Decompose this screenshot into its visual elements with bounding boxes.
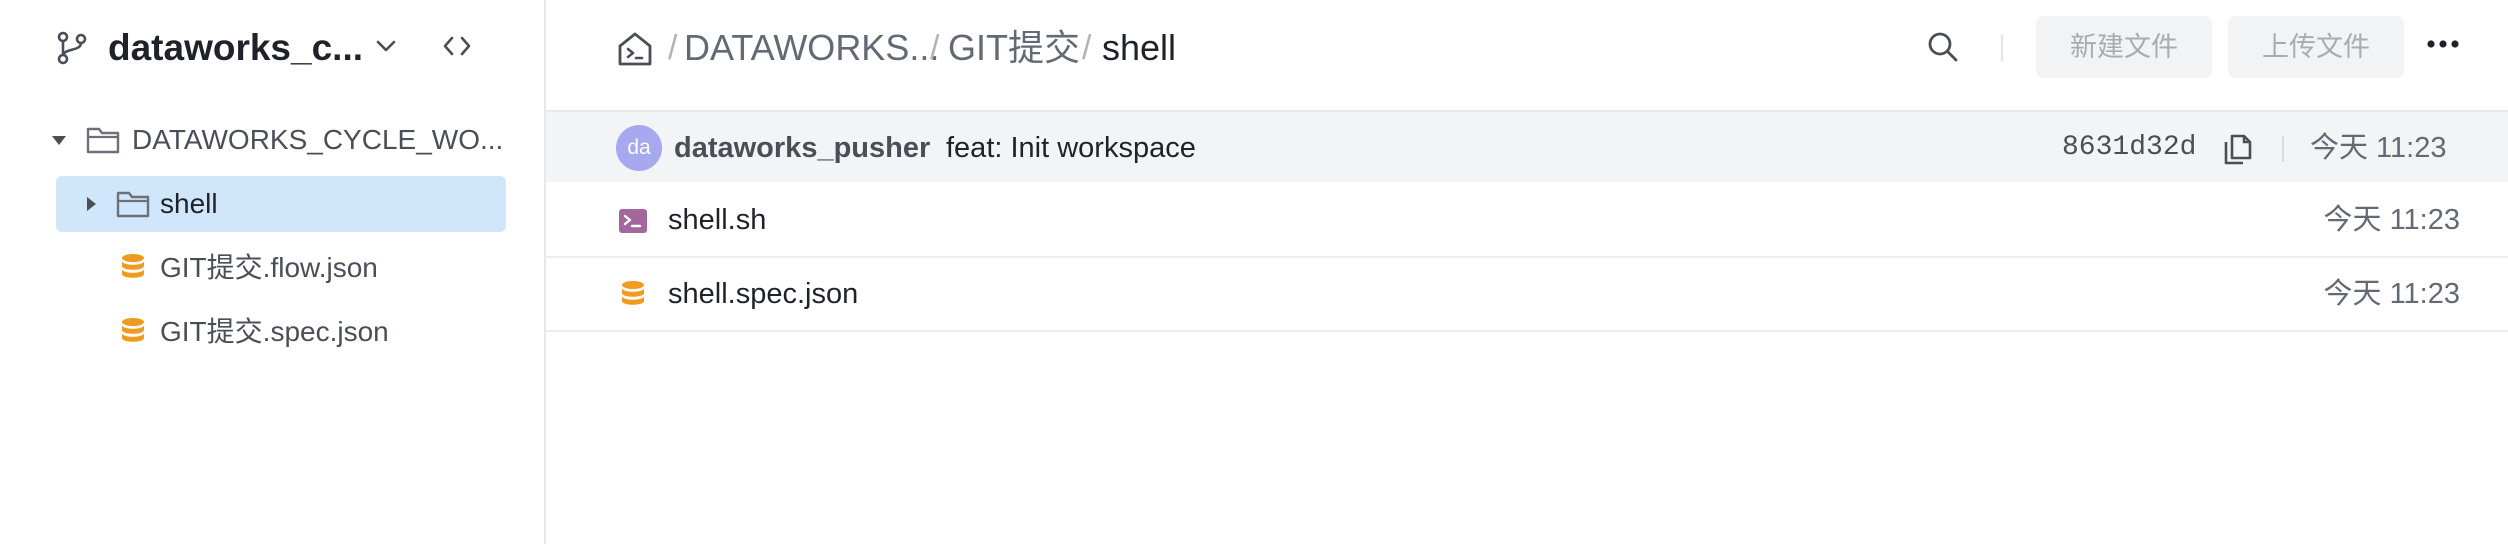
commit-message[interactable]: feat: Init workspace (946, 128, 1196, 168)
breadcrumb-separator: / (1082, 29, 1092, 67)
json-file-icon (622, 281, 644, 305)
copy-icon[interactable] (2222, 132, 2254, 166)
tree-item-spec-json[interactable]: GIT提交.spec.json (56, 304, 506, 360)
terminal-icon (619, 209, 647, 233)
tree-item-label: DATAWORKS_CYCLE_WO... (132, 124, 504, 155)
new-file-button[interactable]: 新建文件 (2036, 16, 2212, 78)
commit-author: dataworks_pusher (674, 132, 931, 164)
tree-item-label: GIT提交.flow.json (160, 252, 378, 283)
file-name[interactable]: shell.sh (668, 200, 766, 240)
breadcrumb-separator: / (668, 29, 678, 67)
breadcrumb-separator: / (930, 29, 940, 67)
collapse-sidebar-icon[interactable] (440, 28, 474, 64)
more-icon[interactable] (2426, 38, 2460, 50)
commit-hash[interactable]: 8631d32d (2062, 128, 2196, 168)
avatar: da (616, 125, 662, 171)
file-time: 今天 11:23 (2323, 204, 2460, 236)
tree-item-shell-folder[interactable]: shell (56, 176, 506, 232)
main-panel: / DATAWORKS... / GIT提交 / shell 新建文件 上传文件… (546, 0, 2508, 544)
file-time: 今天 11:23 (2323, 278, 2460, 310)
latest-commit-row: da dataworks_pusher feat: Init workspace… (546, 110, 2508, 182)
breadcrumb-item-root[interactable]: DATAWORKS... (684, 24, 939, 72)
app: dataworks_c... DATAWORKS_CYCLE_WO... she… (0, 0, 2508, 544)
chevron-down-icon[interactable] (370, 30, 402, 62)
sidebar: dataworks_c... DATAWORKS_CYCLE_WO... she… (0, 0, 546, 544)
divider (2001, 34, 2003, 62)
caret-down-icon[interactable] (50, 131, 68, 149)
repo-home-icon[interactable] (616, 30, 654, 68)
tree-item-flow-json[interactable]: GIT提交.flow.json (56, 240, 506, 296)
tree-item-label: shell (160, 188, 218, 219)
file-row[interactable]: shell.spec.json 今天 11:23 (546, 258, 2508, 332)
upload-file-button[interactable]: 上传文件 (2228, 16, 2404, 78)
json-file-icon (122, 254, 144, 278)
json-file-icon (122, 318, 144, 342)
topbar: / DATAWORKS... / GIT提交 / shell 新建文件 上传文件 (546, 0, 2508, 96)
repo-header: dataworks_c... (0, 0, 546, 96)
folder-icon (116, 191, 150, 218)
repo-name[interactable]: dataworks_c... (108, 24, 363, 72)
tree-item-root-folder[interactable]: DATAWORKS_CYCLE_WO... (52, 112, 506, 168)
tree-item-label: GIT提交.spec.json (160, 316, 389, 347)
commit-time: 今天 11:23 (2310, 132, 2447, 164)
file-name[interactable]: shell.spec.json (668, 274, 858, 314)
file-row[interactable]: shell.sh 今天 11:23 (546, 184, 2508, 258)
breadcrumb-item-current: shell (1102, 27, 1177, 68)
caret-right-icon[interactable] (82, 195, 100, 213)
breadcrumb-item-git[interactable]: GIT提交 (948, 24, 1080, 72)
divider (2282, 136, 2284, 162)
search-icon[interactable] (1926, 30, 1960, 64)
branch-icon (57, 31, 87, 65)
folder-icon (86, 127, 120, 154)
